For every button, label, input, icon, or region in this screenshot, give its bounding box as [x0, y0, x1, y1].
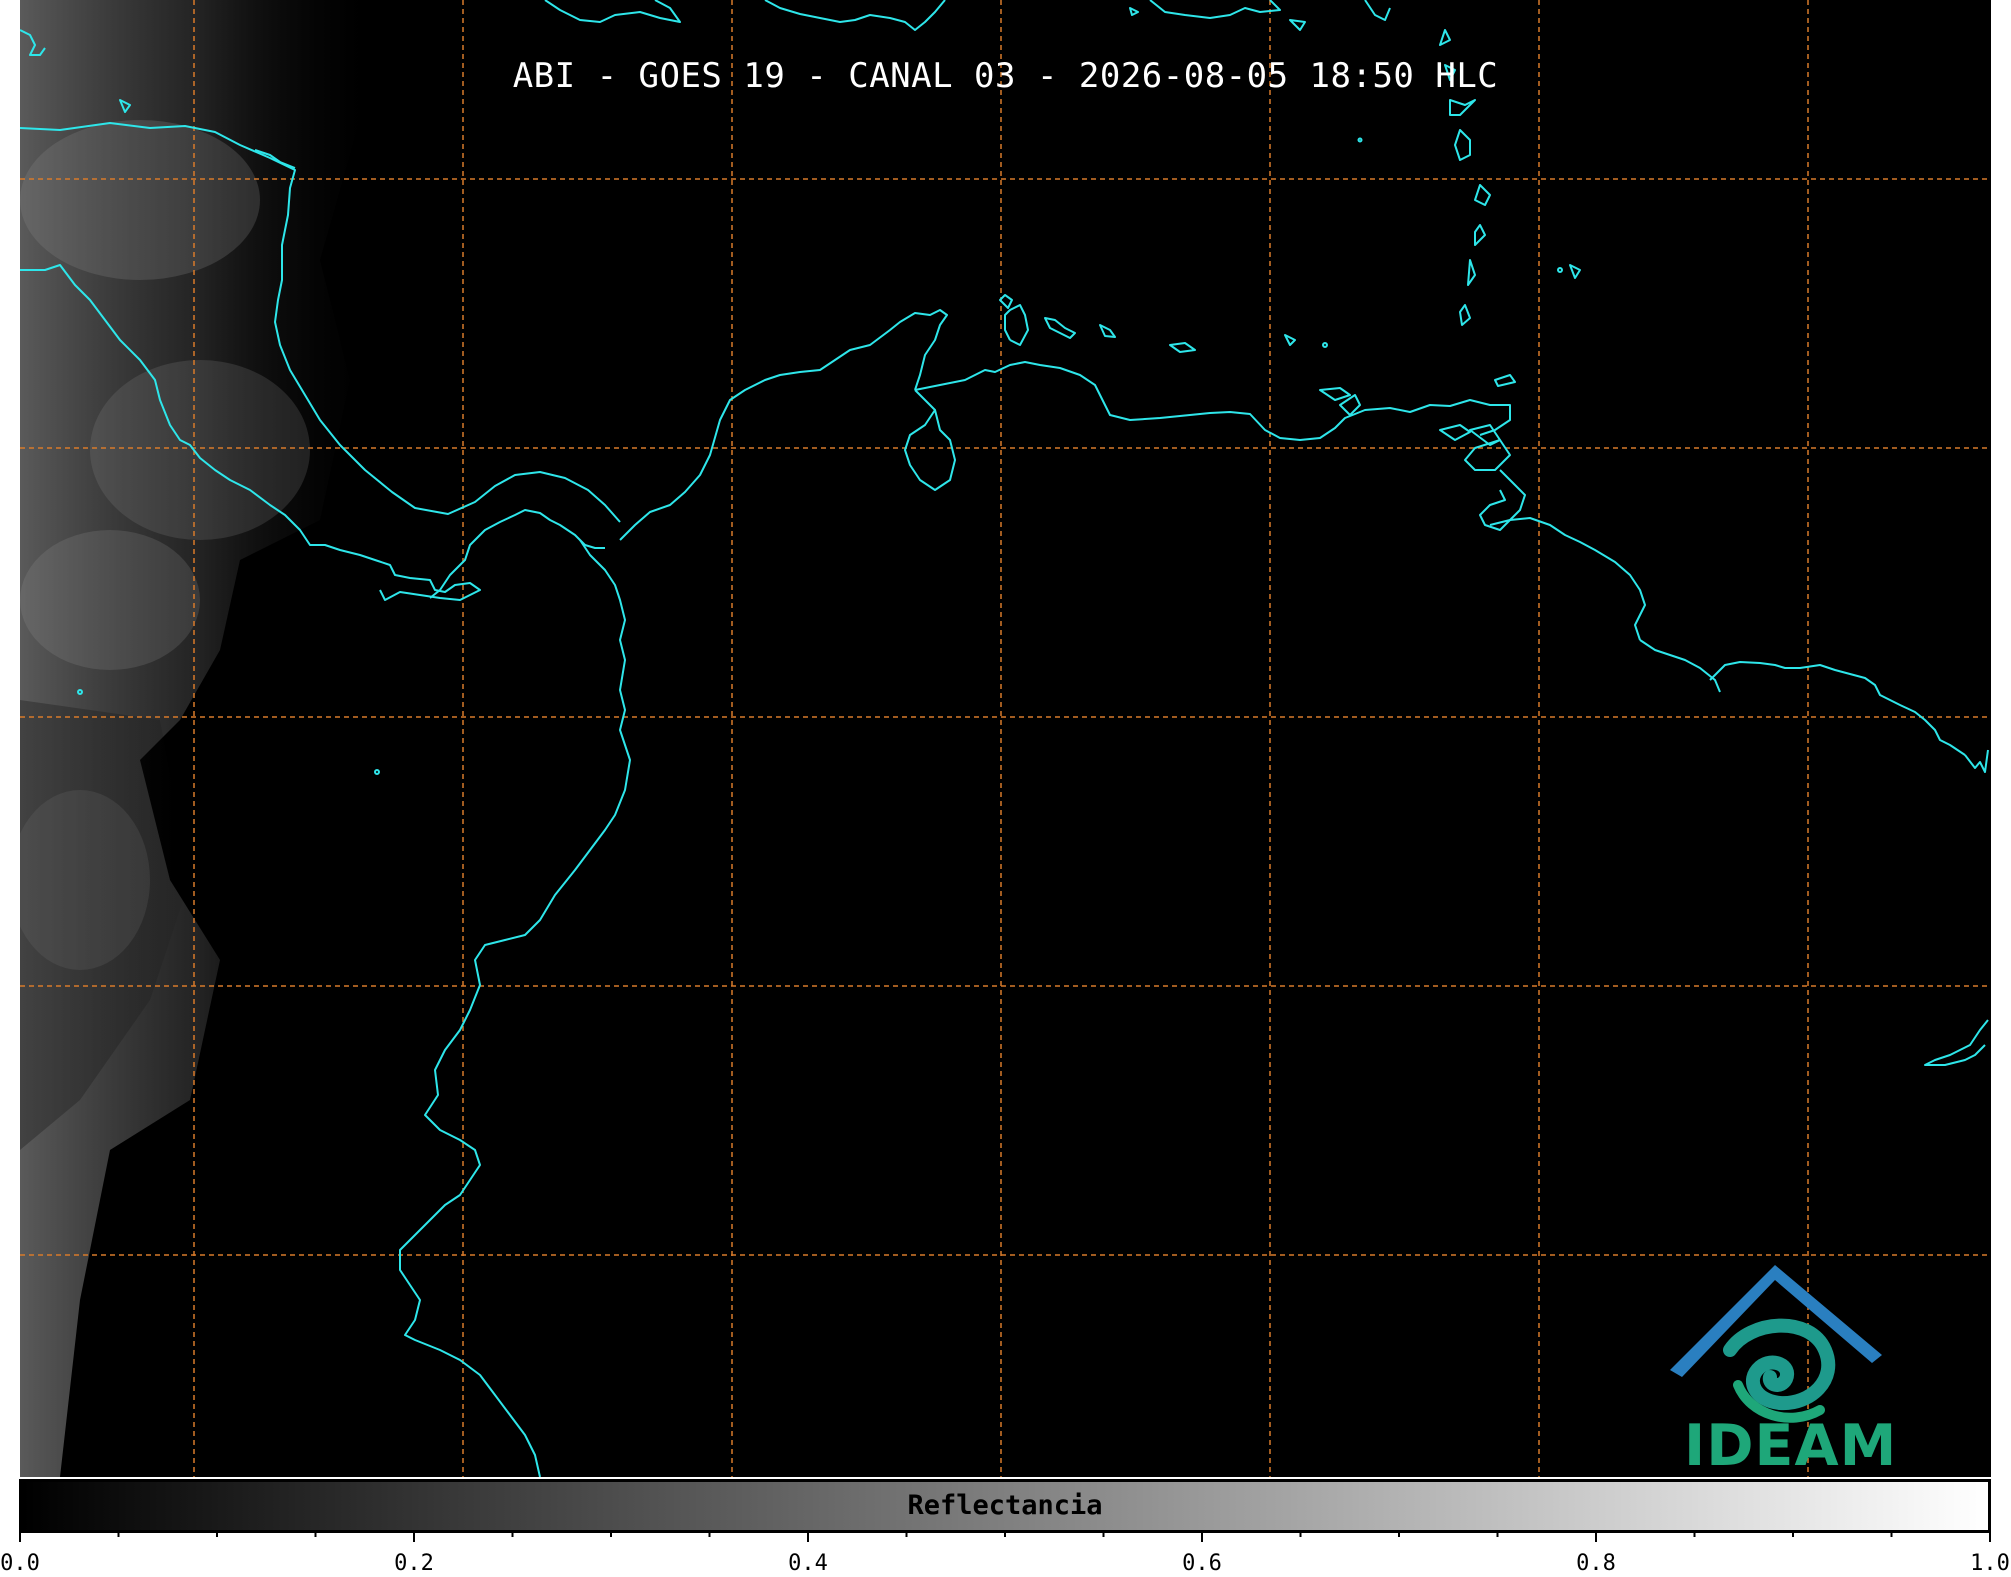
colorbar-tick-label: 0.4 [788, 1551, 828, 1576]
colorbar-tick-label: 0.0 [0, 1551, 40, 1576]
colorbar-tick-label: 1.0 [1970, 1551, 2010, 1576]
colorbar-ticks [19, 1530, 1991, 1542]
satellite-image-page: ABI - GOES 19 - CANAL 03 - 2026-08-05 18… [0, 0, 2011, 1577]
image-title: ABI - GOES 19 - CANAL 03 - 2026-08-05 18… [512, 56, 1499, 96]
colorbar-tick-label: 0.2 [394, 1551, 434, 1576]
colorbar-tick-label: 0.8 [1576, 1551, 1616, 1576]
colorbar-tick-label: 0.6 [1182, 1551, 1222, 1576]
colorbar-label: Reflectancia [907, 1490, 1103, 1521]
ideam-logo-text: IDEAM [1684, 1413, 1898, 1479]
